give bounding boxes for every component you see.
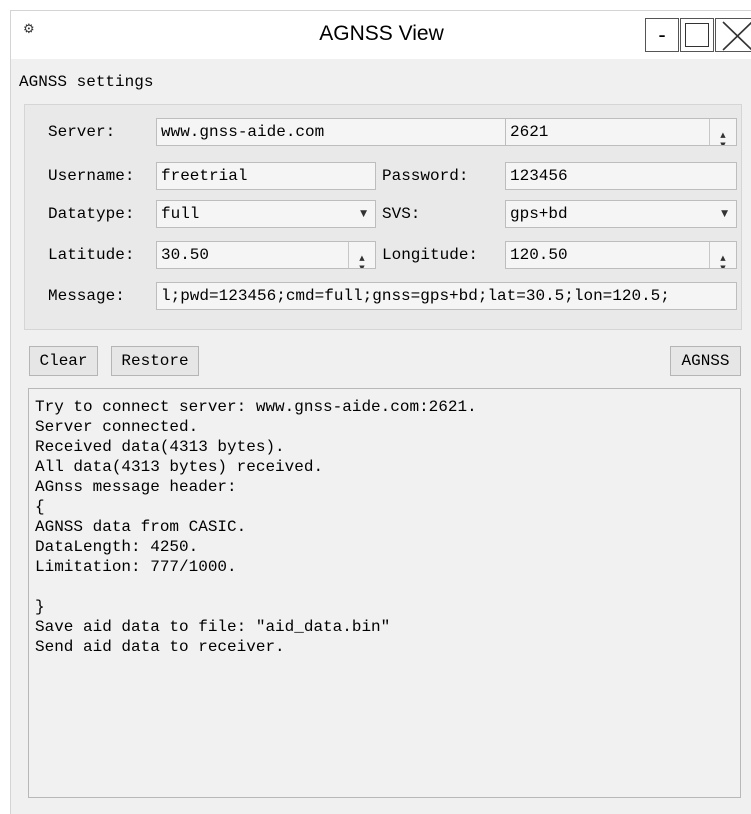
username-input[interactable]: freetrial (156, 162, 376, 190)
log-output[interactable]: Try to connect server: www.gnss-aide.com… (28, 388, 741, 798)
log-line: Save aid data to file: "aid_data.bin" (35, 618, 391, 636)
username-label: Username: (48, 167, 135, 185)
log-line: Send aid data to receiver. (35, 638, 285, 656)
spin-down-icon[interactable]: ▼ (710, 255, 736, 268)
password-label: Password: (382, 167, 469, 185)
clear-button[interactable]: Clear (29, 346, 98, 376)
password-input[interactable]: 123456 (505, 162, 737, 190)
log-line: Try to connect server: www.gnss-aide.com… (35, 398, 477, 416)
close-icon (722, 21, 751, 51)
port-spin-buttons[interactable]: ▲ ▼ (709, 119, 736, 145)
latitude-value: 30.50 (161, 246, 210, 264)
log-line: All data(4313 bytes) received. (35, 458, 324, 476)
latitude-label: Latitude: (48, 246, 135, 264)
longitude-spinbox[interactable]: 120.50 ▲ ▼ (505, 241, 737, 269)
log-line: AGNSS data from CASIC. (35, 518, 247, 536)
log-line: Server connected. (35, 418, 199, 436)
log-line: Received data(4313 bytes). (35, 438, 285, 456)
longitude-label: Longitude: (382, 246, 479, 264)
longitude-value: 120.50 (510, 246, 568, 264)
settings-group-title: AGNSS settings (19, 73, 154, 91)
message-input[interactable]: l;pwd=123456;cmd=full;gnss=gps+bd;lat=30… (156, 282, 737, 310)
port-value: 2621 (510, 123, 549, 141)
window-title: AGNSS View (319, 22, 444, 45)
server-label: Server: (48, 123, 116, 141)
chevron-down-icon: ▼ (360, 209, 367, 219)
server-input[interactable]: www.gnss-aide.com (156, 118, 506, 146)
agnss-view-window: ⚙ AGNSS View - AGNSS settings Server: ww… (10, 10, 751, 814)
log-line: AGnss message header: (35, 478, 237, 496)
restore-button[interactable]: Restore (111, 346, 199, 376)
latitude-spin-buttons[interactable]: ▲ ▼ (348, 242, 375, 268)
chevron-down-icon: ▼ (721, 209, 728, 219)
latitude-spinbox[interactable]: 30.50 ▲ ▼ (156, 241, 376, 269)
maximize-button[interactable] (680, 18, 714, 52)
close-button[interactable] (715, 18, 751, 52)
datatype-label: Datatype: (48, 205, 135, 223)
log-line: } (35, 598, 45, 616)
log-line: Limitation: 777/1000. (35, 558, 237, 576)
message-label: Message: (48, 287, 125, 305)
agnss-button[interactable]: AGNSS (670, 346, 741, 376)
spin-down-icon[interactable]: ▼ (349, 255, 375, 268)
agnss-settings-group: Server: www.gnss-aide.com 2621 ▲ ▼ Usern… (24, 104, 742, 330)
longitude-spin-buttons[interactable]: ▲ ▼ (709, 242, 736, 268)
maximize-icon (685, 23, 709, 47)
spin-down-icon[interactable]: ▼ (710, 132, 736, 145)
svs-value: gps+bd (510, 205, 568, 223)
svs-select[interactable]: gps+bd ▼ (505, 200, 737, 228)
title-bar[interactable]: ⚙ AGNSS View - (11, 11, 751, 59)
log-line: DataLength: 4250. (35, 538, 199, 556)
port-spinbox[interactable]: 2621 ▲ ▼ (505, 118, 737, 146)
datatype-value: full (161, 205, 200, 223)
svs-label: SVS: (382, 205, 421, 223)
minimize-button[interactable]: - (645, 18, 679, 52)
datatype-select[interactable]: full ▼ (156, 200, 376, 228)
log-line: { (35, 498, 45, 516)
minimize-icon: - (658, 22, 666, 47)
